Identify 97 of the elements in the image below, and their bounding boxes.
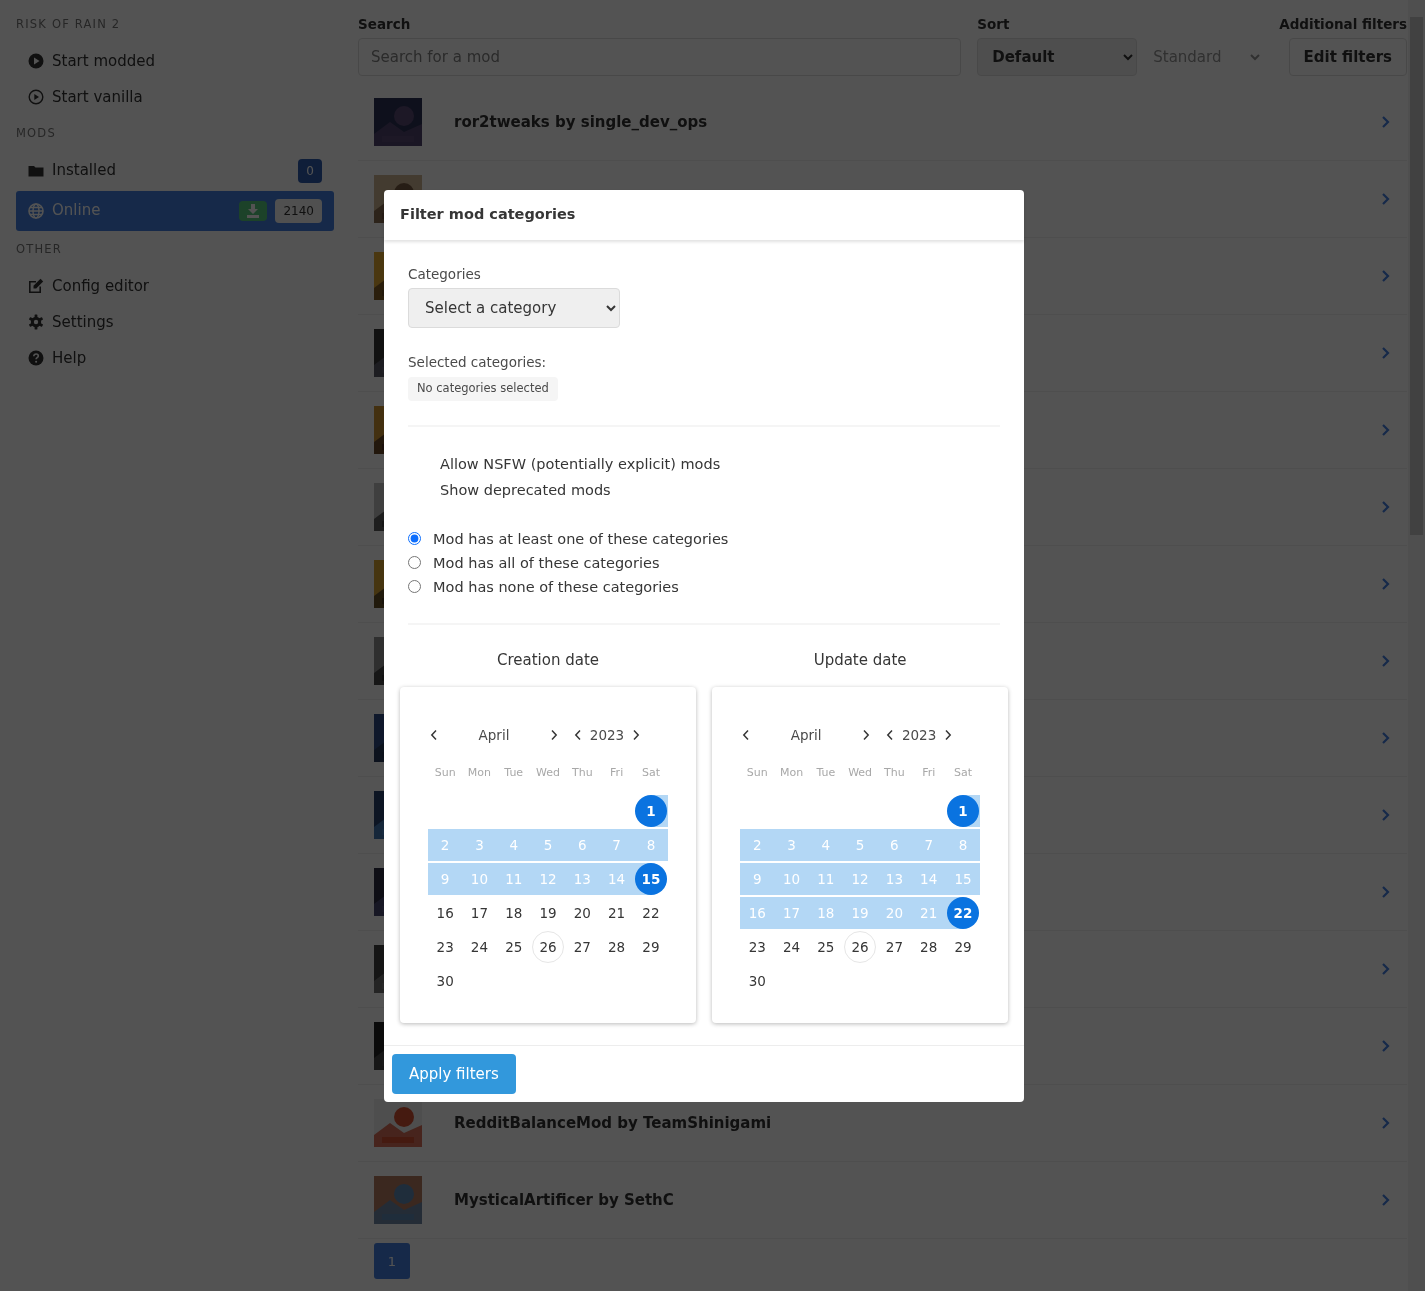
selected-day[interactable]: 1 — [634, 795, 667, 827]
calendar-day[interactable]: 13 — [877, 863, 912, 897]
calendar-day[interactable]: 20 — [877, 897, 912, 931]
weekday-label: Wed — [847, 765, 874, 781]
category-select[interactable]: Select a category — [408, 288, 620, 328]
field-label: Categories — [408, 264, 482, 284]
selected-day[interactable]: 22 — [947, 897, 979, 929]
calendar-title: Update date — [812, 649, 908, 671]
calendar-day[interactable]: 19 — [530, 897, 566, 931]
weekday-label: Sat — [953, 765, 974, 781]
calendar-day[interactable]: 21 — [911, 897, 946, 931]
calendar-day[interactable]: 25 — [808, 931, 843, 965]
weekday-label: Sat — [640, 765, 661, 781]
calendar-day[interactable]: 23 — [740, 931, 775, 965]
calendar-day[interactable]: 16 — [740, 897, 775, 931]
calendar-day[interactable]: 9 — [740, 863, 775, 897]
calendar-day[interactable]: 4 — [808, 829, 843, 863]
selected-day[interactable]: 15 — [634, 863, 667, 895]
calendar-day[interactable]: 10 — [774, 863, 809, 897]
calendar-day[interactable]: 23 — [428, 931, 463, 965]
option-label[interactable]: Mod has none of these categories — [433, 574, 679, 599]
weekday-label: Tue — [503, 765, 525, 781]
weekday-label: Fri — [921, 765, 937, 781]
calendar-day[interactable]: 15 — [945, 863, 981, 897]
calendar-day[interactable]: 11 — [808, 863, 843, 897]
calendar-day[interactable]: 24 — [774, 931, 809, 965]
weekday-label: Mon — [778, 765, 805, 781]
calendar-day[interactable]: 6 — [877, 829, 912, 863]
option-label[interactable]: Mod has at least one of these categories — [433, 526, 729, 551]
calendar-day[interactable]: 12 — [530, 863, 566, 897]
calendar-day[interactable]: 27 — [877, 931, 912, 965]
calendar-day[interactable]: 21 — [599, 897, 634, 931]
weekday-label: Mon — [466, 765, 493, 781]
calendar-day[interactable]: 17 — [774, 897, 809, 931]
mod-title[interactable]: ror2tweaks by single_dev_ops — [454, 111, 708, 134]
calendar-day[interactable]: 2 — [740, 829, 775, 863]
year-label: 2023 — [900, 725, 938, 745]
calendar-day[interactable]: 25 — [496, 931, 531, 965]
weekday-label: Sun — [745, 765, 769, 781]
calendar-day[interactable]: 3 — [774, 829, 809, 863]
weekday-label: Tue — [815, 765, 837, 781]
month-label: April — [477, 725, 511, 745]
calendar-day[interactable]: 18 — [808, 897, 843, 931]
calendar-day[interactable]: 28 — [911, 931, 946, 965]
calendar-day[interactable]: 10 — [462, 863, 497, 897]
calendar-day[interactable]: 14 — [599, 863, 634, 897]
calendar-day[interactable]: 8 — [945, 829, 981, 863]
calendar-day[interactable]: 8 — [633, 829, 669, 863]
mod-title[interactable]: MysticalArtificer by SethC — [454, 1189, 674, 1212]
calendar-day[interactable]: 11 — [496, 863, 531, 897]
radio-button[interactable] — [408, 556, 421, 569]
toggle-label: Show deprecated mods — [439, 480, 612, 500]
weekday-label: Wed — [535, 765, 562, 781]
calendar-day[interactable]: 29 — [945, 931, 981, 965]
toggle-label: Allow NSFW (potentially explicit) mods — [439, 454, 722, 474]
calendar-day[interactable]: 30 — [740, 965, 775, 999]
calendar-day[interactable]: 30 — [428, 965, 463, 999]
calendar-day[interactable]: 18 — [496, 897, 531, 931]
radio-button[interactable] — [408, 532, 421, 545]
empty-tag: No categories selected — [408, 377, 558, 401]
calendar-day[interactable]: 29 — [633, 931, 669, 965]
calendar-day[interactable]: 16 — [428, 897, 463, 931]
calendar-day[interactable]: 17 — [462, 897, 497, 931]
field-label: Selected categories: — [408, 353, 548, 372]
calendar-day[interactable]: 2 — [428, 829, 463, 863]
calendar-day[interactable]: 4 — [496, 829, 531, 863]
year-label: 2023 — [588, 725, 626, 745]
option-label[interactable]: Mod has all of these categories — [433, 550, 660, 575]
calendar-day[interactable]: 24 — [462, 931, 497, 965]
mod-title[interactable]: RedditBalanceMod by TeamShinigami — [454, 1112, 772, 1135]
calendar-day[interactable]: 22 — [633, 897, 669, 931]
calendar-day[interactable]: 28 — [599, 931, 634, 965]
calendar-day[interactable]: 12 — [842, 863, 878, 897]
calendar-day[interactable]: 5 — [530, 829, 566, 863]
calendar-day[interactable]: 6 — [565, 829, 600, 863]
field-label: Additional filters — [1279, 15, 1407, 34]
weekday-label: Fri — [609, 765, 625, 781]
calendar-title: Creation date — [496, 649, 601, 671]
month-label: April — [789, 725, 823, 745]
selected-day[interactable]: 1 — [947, 795, 979, 827]
radio-button[interactable] — [408, 580, 421, 593]
calendar-day[interactable]: 27 — [565, 931, 600, 965]
weekday-label: Sun — [433, 765, 457, 781]
calendar-day[interactable]: 9 — [428, 863, 463, 897]
field-label: Search — [358, 15, 412, 34]
weekday-label: Thu — [571, 765, 594, 781]
calendar-day[interactable]: 5 — [842, 829, 878, 863]
calendar-day[interactable]: 3 — [462, 829, 497, 863]
calendar-day[interactable]: 20 — [565, 897, 600, 931]
calendar-day[interactable]: 7 — [911, 829, 946, 863]
field-label: Sort — [977, 15, 1011, 34]
weekday-label: Thu — [883, 765, 906, 781]
calendar-day[interactable]: 13 — [565, 863, 600, 897]
calendar-day[interactable]: 7 — [599, 829, 634, 863]
calendar-day[interactable]: 14 — [911, 863, 946, 897]
calendar-day[interactable]: 19 — [842, 897, 878, 931]
apply-filters-button[interactable]: Apply filters — [392, 1054, 516, 1094]
